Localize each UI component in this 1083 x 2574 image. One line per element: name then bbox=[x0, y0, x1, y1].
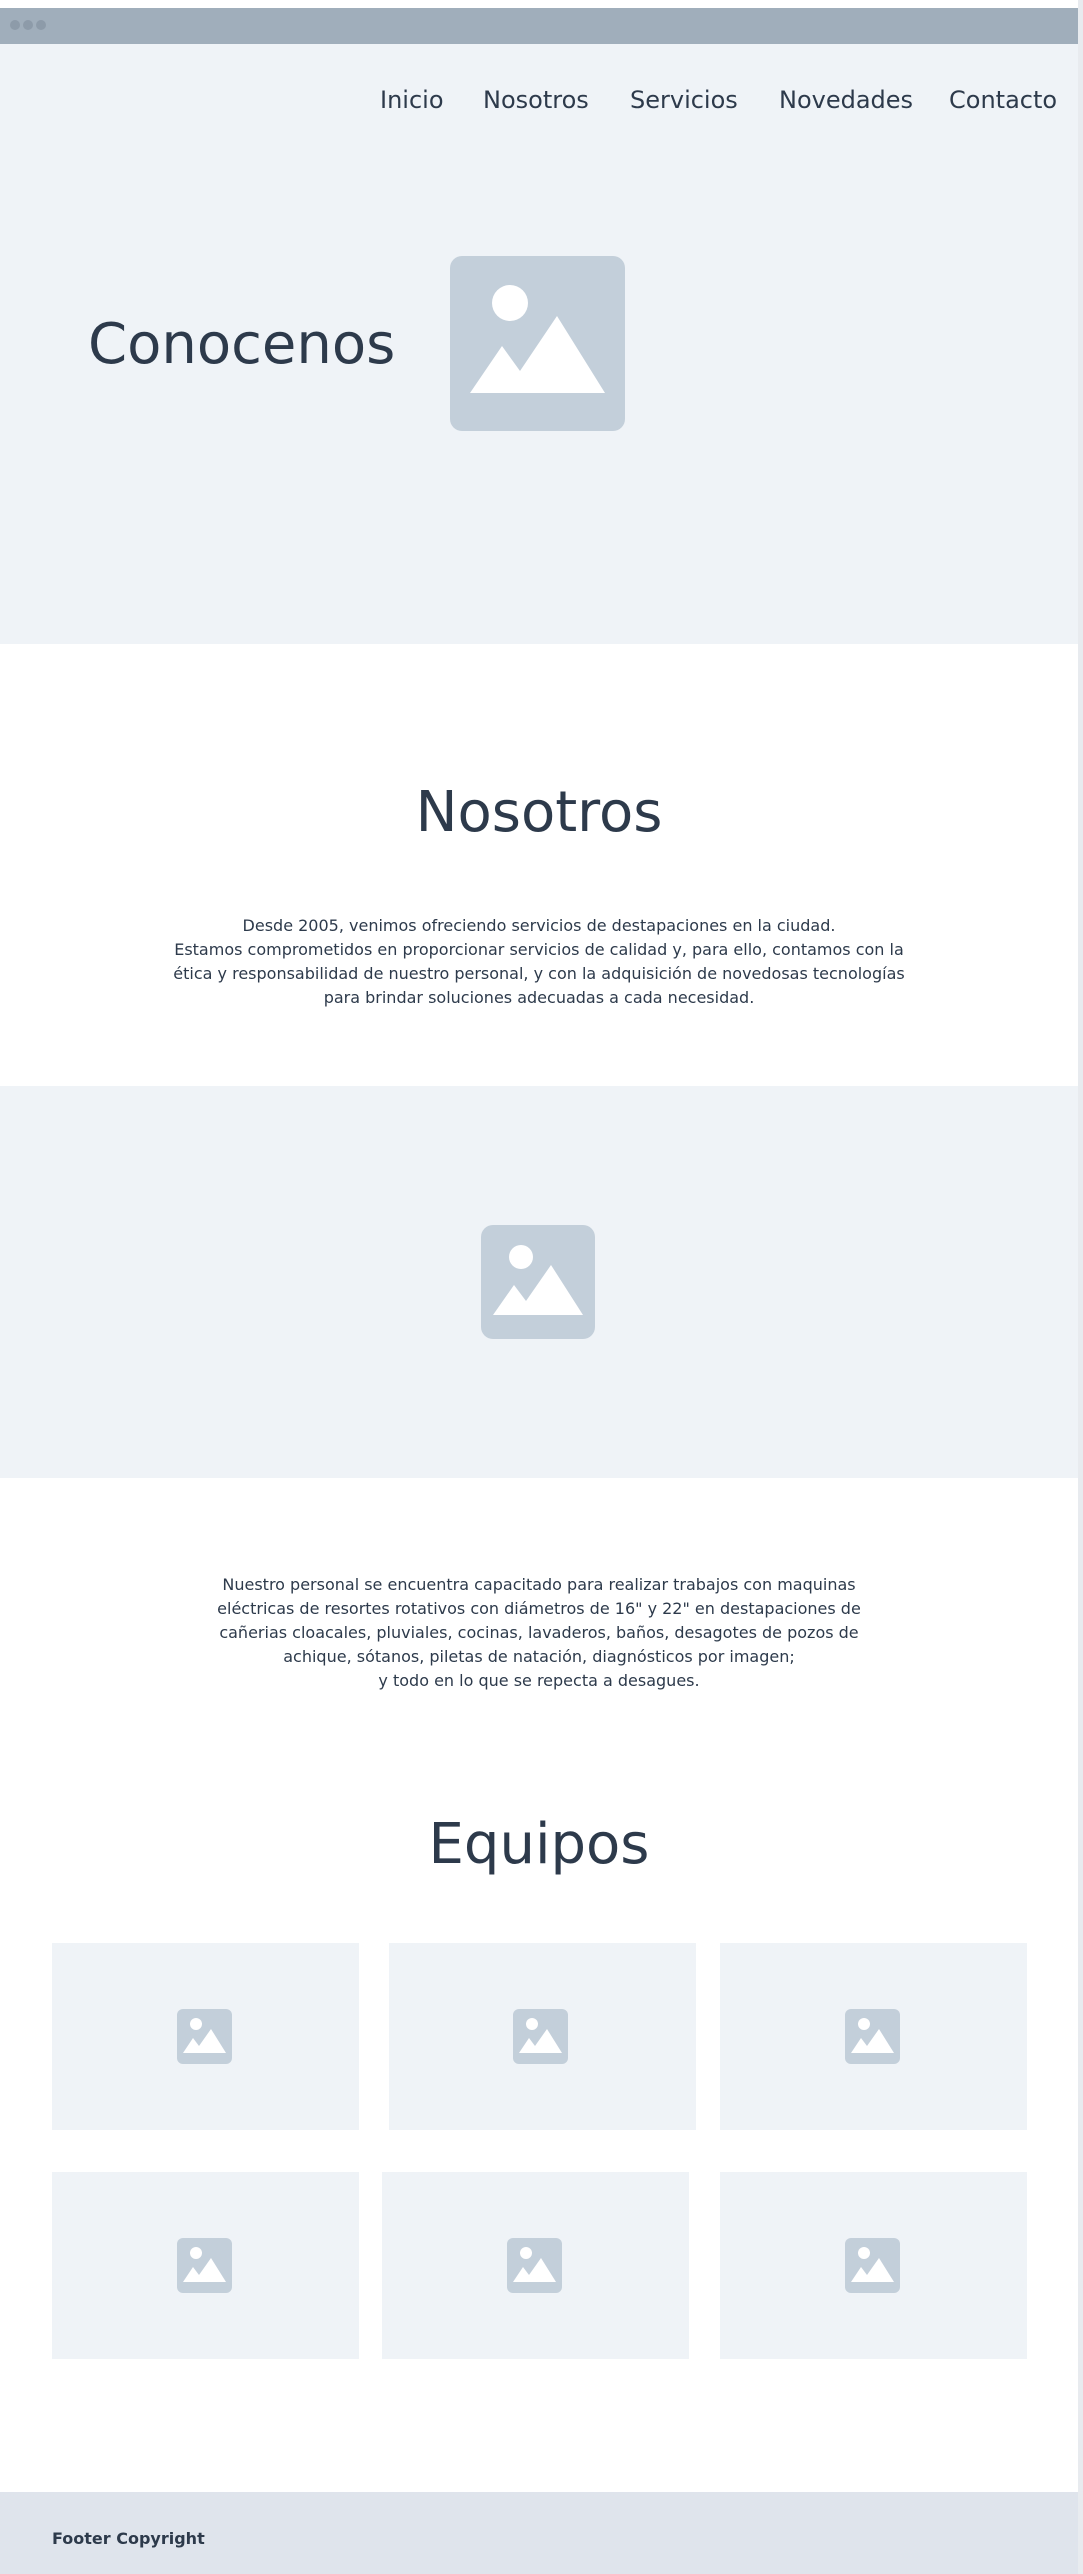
about-line: ética y responsabilidad de nuestro perso… bbox=[173, 964, 905, 983]
image-placeholder-icon bbox=[450, 256, 625, 431]
nav-item-novedades[interactable]: Novedades bbox=[779, 82, 913, 118]
window-dot-icon[interactable] bbox=[10, 20, 20, 30]
nav-item-nosotros[interactable]: Nosotros bbox=[483, 82, 589, 118]
services-line: y todo en lo que se repecta a desagues. bbox=[378, 1671, 700, 1690]
about-line: Desde 2005, venimos ofreciendo servicios… bbox=[242, 916, 836, 935]
page: Inicio Nosotros Servicios Novedades Cont… bbox=[0, 0, 1078, 2574]
services-line: cañerias cloacales, pluviales, cocinas, … bbox=[219, 1623, 859, 1642]
services-line: eléctricas de resortes rotativos con diá… bbox=[217, 1599, 861, 1618]
services-line: achique, sótanos, piletas de natación, d… bbox=[283, 1647, 795, 1666]
equipment-title: Equipos bbox=[428, 1812, 650, 1877]
image-placeholder-icon bbox=[507, 2238, 562, 2293]
services-line: Nuestro personal se encuentra capacitado… bbox=[222, 1575, 856, 1594]
scrollbar[interactable] bbox=[1078, 0, 1083, 2574]
window-dot-icon[interactable] bbox=[36, 20, 46, 30]
window-dot-icon[interactable] bbox=[23, 20, 33, 30]
about-title: Nosotros bbox=[415, 780, 663, 845]
hero-title: Conocenos bbox=[88, 312, 396, 377]
image-placeholder-icon bbox=[845, 2009, 900, 2064]
image-placeholder-icon bbox=[513, 2009, 568, 2064]
footer-copyright: Footer Copyright bbox=[52, 2529, 205, 2548]
nav-item-inicio[interactable]: Inicio bbox=[380, 82, 444, 118]
nav-item-servicios[interactable]: Servicios bbox=[630, 82, 738, 118]
image-placeholder-icon bbox=[177, 2009, 232, 2064]
image-placeholder-icon bbox=[481, 1225, 595, 1339]
window-titlebar bbox=[0, 8, 1078, 44]
image-placeholder-icon bbox=[845, 2238, 900, 2293]
about-line: Estamos comprometidos en proporcionar se… bbox=[174, 940, 904, 959]
about-line: para brindar soluciones adecuadas a cada… bbox=[323, 988, 755, 1007]
image-placeholder-icon bbox=[177, 2238, 232, 2293]
nav-item-contacto[interactable]: Contacto bbox=[949, 82, 1057, 118]
